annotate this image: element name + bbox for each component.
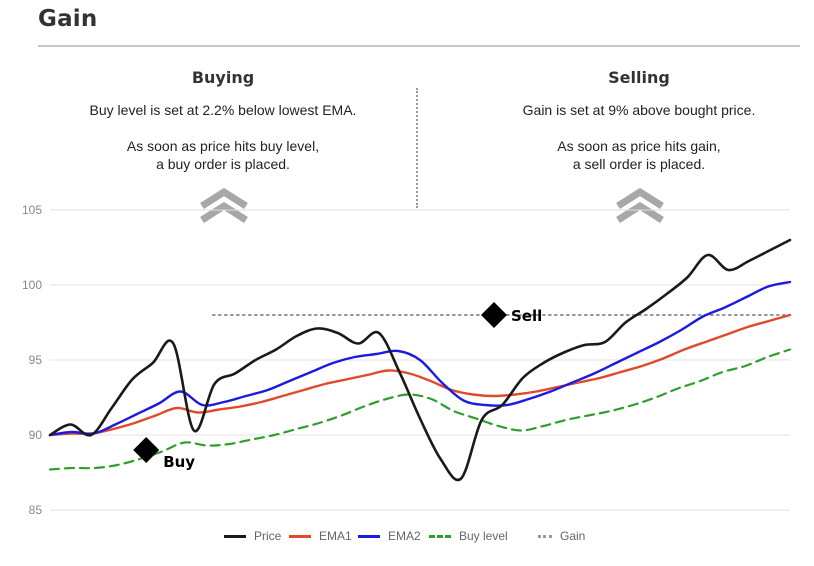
y-tick-label: 95: [29, 353, 43, 367]
sell-annotation-label: Sell: [511, 307, 542, 325]
price-chart: 85 90 95 100 105 Buy Sell: [22, 203, 792, 517]
legend-swatch: [538, 535, 552, 539]
legend-item-ema2: EMA2: [358, 529, 421, 543]
legend-label: Price: [254, 529, 282, 543]
buy-level-series-line: [48, 348, 792, 471]
legend-swatch: [289, 535, 311, 539]
legend-swatch: [224, 535, 246, 539]
y-tick-label: 100: [22, 278, 42, 292]
legend-swatch: [429, 535, 451, 539]
diamond-marker-icon: [133, 437, 160, 463]
legend-label: EMA1: [319, 529, 352, 543]
legend-label: Buy level: [459, 529, 508, 543]
buy-annotation-label: Buy: [163, 453, 195, 471]
diamond-marker-icon: [481, 302, 507, 328]
legend-label: Gain: [560, 529, 586, 543]
legend-item-ema1: EMA1: [289, 529, 352, 543]
legend-label: EMA2: [388, 529, 421, 543]
y-tick-label: 105: [22, 203, 42, 217]
y-tick-label: 85: [29, 503, 43, 517]
legend-item-price: Price: [224, 529, 281, 543]
legend-item-buy-level: Buy level: [429, 529, 508, 543]
legend-swatch: [358, 535, 380, 539]
legend-item-gain: Gain: [538, 529, 585, 543]
y-tick-label: 90: [29, 428, 43, 442]
